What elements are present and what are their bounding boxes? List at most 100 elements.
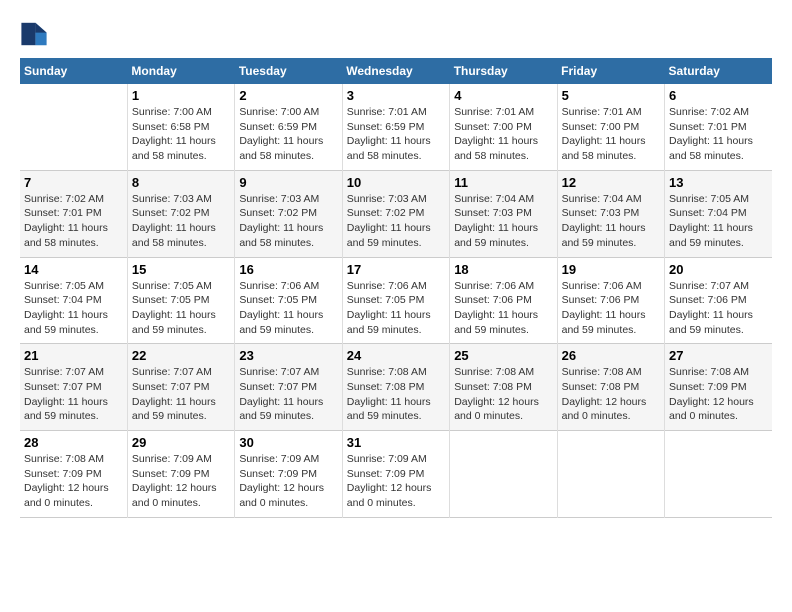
day-number: 27: [669, 348, 768, 363]
logo: [20, 20, 52, 48]
calendar-week-row: 7Sunrise: 7:02 AMSunset: 7:01 PMDaylight…: [20, 170, 772, 257]
calendar-cell: 23Sunrise: 7:07 AMSunset: 7:07 PMDayligh…: [235, 344, 342, 431]
day-number: 30: [239, 435, 337, 450]
calendar-cell: 20 Sunrise: 7:07 AMSunset: 7:06 PMDayligh…: [665, 257, 772, 344]
day-number: 31: [347, 435, 445, 450]
day-info: Sunrise: 7:03 AMSunset: 7:02 PMDaylight:…: [239, 192, 337, 251]
calendar-cell: 11 Sunrise: 7:04 AMSunset: 7:03 PMDayligh…: [450, 170, 557, 257]
calendar-cell: 22 Sunrise: 7:07 AMSunset: 7:07 PMDayligh…: [127, 344, 234, 431]
day-info: Sunrise: 7:08 AMSunset: 7:09 PMDaylight:…: [24, 452, 123, 511]
day-number: 19: [562, 262, 660, 277]
day-number: 17: [347, 262, 445, 277]
day-number: 11: [454, 175, 552, 190]
day-number: 16: [239, 262, 337, 277]
calendar-cell: 12 Sunrise: 7:04 AMSunset: 7:03 PMDayligh…: [557, 170, 664, 257]
logo-icon: [20, 20, 48, 48]
calendar-cell: 4Sunrise: 7:01 AMSunset: 7:00 PMDaylight…: [450, 84, 557, 170]
calendar-cell: 14Sunrise: 7:05 AMSunset: 7:04 PMDayligh…: [20, 257, 127, 344]
day-number: 8: [132, 175, 230, 190]
day-number: 6: [669, 88, 768, 103]
day-info: Sunrise: 7:07 AMSunset: 7:07 PMDaylight:…: [132, 365, 230, 424]
calendar-cell: 21 Sunrise: 7:07 AMSunset: 7:07 PMDayligh…: [20, 344, 127, 431]
calendar-week-row: 1 Sunrise: 7:00 AMSunset: 6:58 PMDaylight…: [20, 84, 772, 170]
day-info: Sunrise: 7:06 AMSunset: 7:05 PMDaylight:…: [347, 279, 445, 338]
day-number: 1: [132, 88, 230, 103]
weekday-header: Monday: [127, 58, 234, 84]
calendar-week-row: 28 Sunrise: 7:08 AMSunset: 7:09 PMDayligh…: [20, 431, 772, 518]
weekday-header: Tuesday: [235, 58, 342, 84]
calendar-cell: 19 Sunrise: 7:06 AMSunset: 7:06 PMDayligh…: [557, 257, 664, 344]
calendar-cell: 8 Sunrise: 7:03 AMSunset: 7:02 PMDaylight…: [127, 170, 234, 257]
weekday-header: Thursday: [450, 58, 557, 84]
day-info: Sunrise: 7:07 AMSunset: 7:07 PMDaylight:…: [24, 365, 123, 424]
day-info: Sunrise: 7:09 AMSunset: 7:09 PMDaylight:…: [239, 452, 337, 511]
calendar-cell: 17 Sunrise: 7:06 AMSunset: 7:05 PMDayligh…: [342, 257, 449, 344]
calendar-cell: 25 Sunrise: 7:08 AMSunset: 7:08 PMDayligh…: [450, 344, 557, 431]
day-info: Sunrise: 7:05 AMSunset: 7:05 PMDaylight:…: [132, 279, 230, 338]
calendar-cell: 29 Sunrise: 7:09 AMSunset: 7:09 PMDayligh…: [127, 431, 234, 518]
calendar-cell: [20, 84, 127, 170]
calendar-cell: 24 Sunrise: 7:08 AMSunset: 7:08 PMDayligh…: [342, 344, 449, 431]
day-info: Sunrise: 7:00 AMSunset: 6:59 PMDaylight:…: [239, 105, 337, 164]
weekday-header: Saturday: [665, 58, 772, 84]
calendar-cell: 10Sunrise: 7:03 AMSunset: 7:02 PMDayligh…: [342, 170, 449, 257]
calendar-cell: 15 Sunrise: 7:05 AMSunset: 7:05 PMDayligh…: [127, 257, 234, 344]
day-info: Sunrise: 7:06 AMSunset: 7:06 PMDaylight:…: [562, 279, 660, 338]
day-info: Sunrise: 7:08 AMSunset: 7:08 PMDaylight:…: [347, 365, 445, 424]
day-info: Sunrise: 7:08 AMSunset: 7:09 PMDaylight:…: [669, 365, 768, 424]
day-info: Sunrise: 7:09 AMSunset: 7:09 PMDaylight:…: [347, 452, 445, 511]
day-info: Sunrise: 7:05 AMSunset: 7:04 PMDaylight:…: [24, 279, 123, 338]
page-header: [20, 20, 772, 48]
calendar-cell: [557, 431, 664, 518]
day-info: Sunrise: 7:03 AMSunset: 7:02 PMDaylight:…: [132, 192, 230, 251]
day-info: Sunrise: 7:01 AMSunset: 6:59 PMDaylight:…: [347, 105, 445, 164]
calendar-cell: 18Sunrise: 7:06 AMSunset: 7:06 PMDayligh…: [450, 257, 557, 344]
day-number: 25: [454, 348, 552, 363]
calendar-week-row: 14Sunrise: 7:05 AMSunset: 7:04 PMDayligh…: [20, 257, 772, 344]
day-info: Sunrise: 7:06 AMSunset: 7:05 PMDaylight:…: [239, 279, 337, 338]
day-info: Sunrise: 7:02 AMSunset: 7:01 PMDaylight:…: [669, 105, 768, 164]
day-number: 24: [347, 348, 445, 363]
day-info: Sunrise: 7:06 AMSunset: 7:06 PMDaylight:…: [454, 279, 552, 338]
day-number: 20: [669, 262, 768, 277]
calendar-cell: 28 Sunrise: 7:08 AMSunset: 7:09 PMDayligh…: [20, 431, 127, 518]
day-number: 26: [562, 348, 660, 363]
day-number: 15: [132, 262, 230, 277]
calendar-week-row: 21 Sunrise: 7:07 AMSunset: 7:07 PMDayligh…: [20, 344, 772, 431]
day-number: 29: [132, 435, 230, 450]
calendar-cell: 31 Sunrise: 7:09 AMSunset: 7:09 PMDayligh…: [342, 431, 449, 518]
day-info: Sunrise: 7:04 AMSunset: 7:03 PMDaylight:…: [454, 192, 552, 251]
calendar-cell: 3 Sunrise: 7:01 AMSunset: 6:59 PMDaylight…: [342, 84, 449, 170]
day-number: 4: [454, 88, 552, 103]
day-number: 28: [24, 435, 123, 450]
day-info: Sunrise: 7:07 AMSunset: 7:06 PMDaylight:…: [669, 279, 768, 338]
calendar-cell: 26Sunrise: 7:08 AMSunset: 7:08 PMDayligh…: [557, 344, 664, 431]
day-info: Sunrise: 7:00 AMSunset: 6:58 PMDaylight:…: [132, 105, 230, 164]
day-number: 21: [24, 348, 123, 363]
weekday-header: Sunday: [20, 58, 127, 84]
day-number: 12: [562, 175, 660, 190]
calendar-cell: 5Sunrise: 7:01 AMSunset: 7:00 PMDaylight…: [557, 84, 664, 170]
day-number: 22: [132, 348, 230, 363]
day-info: Sunrise: 7:05 AMSunset: 7:04 PMDaylight:…: [669, 192, 768, 251]
calendar-cell: [665, 431, 772, 518]
day-info: Sunrise: 7:09 AMSunset: 7:09 PMDaylight:…: [132, 452, 230, 511]
day-info: Sunrise: 7:08 AMSunset: 7:08 PMDaylight:…: [454, 365, 552, 424]
weekday-header: Friday: [557, 58, 664, 84]
day-info: Sunrise: 7:07 AMSunset: 7:07 PMDaylight:…: [239, 365, 337, 424]
calendar-cell: 7Sunrise: 7:02 AMSunset: 7:01 PMDaylight…: [20, 170, 127, 257]
day-number: 5: [562, 88, 660, 103]
day-info: Sunrise: 7:02 AMSunset: 7:01 PMDaylight:…: [24, 192, 123, 251]
calendar-cell: 6 Sunrise: 7:02 AMSunset: 7:01 PMDaylight…: [665, 84, 772, 170]
calendar-cell: 16 Sunrise: 7:06 AMSunset: 7:05 PMDayligh…: [235, 257, 342, 344]
calendar-cell: 13 Sunrise: 7:05 AMSunset: 7:04 PMDayligh…: [665, 170, 772, 257]
calendar-table: SundayMondayTuesdayWednesdayThursdayFrid…: [20, 58, 772, 518]
calendar-cell: 9Sunrise: 7:03 AMSunset: 7:02 PMDaylight…: [235, 170, 342, 257]
calendar-cell: 30 Sunrise: 7:09 AMSunset: 7:09 PMDayligh…: [235, 431, 342, 518]
day-number: 13: [669, 175, 768, 190]
weekday-header: Wednesday: [342, 58, 449, 84]
calendar-cell: 1 Sunrise: 7:00 AMSunset: 6:58 PMDaylight…: [127, 84, 234, 170]
day-info: Sunrise: 7:04 AMSunset: 7:03 PMDaylight:…: [562, 192, 660, 251]
day-info: Sunrise: 7:03 AMSunset: 7:02 PMDaylight:…: [347, 192, 445, 251]
day-number: 3: [347, 88, 445, 103]
